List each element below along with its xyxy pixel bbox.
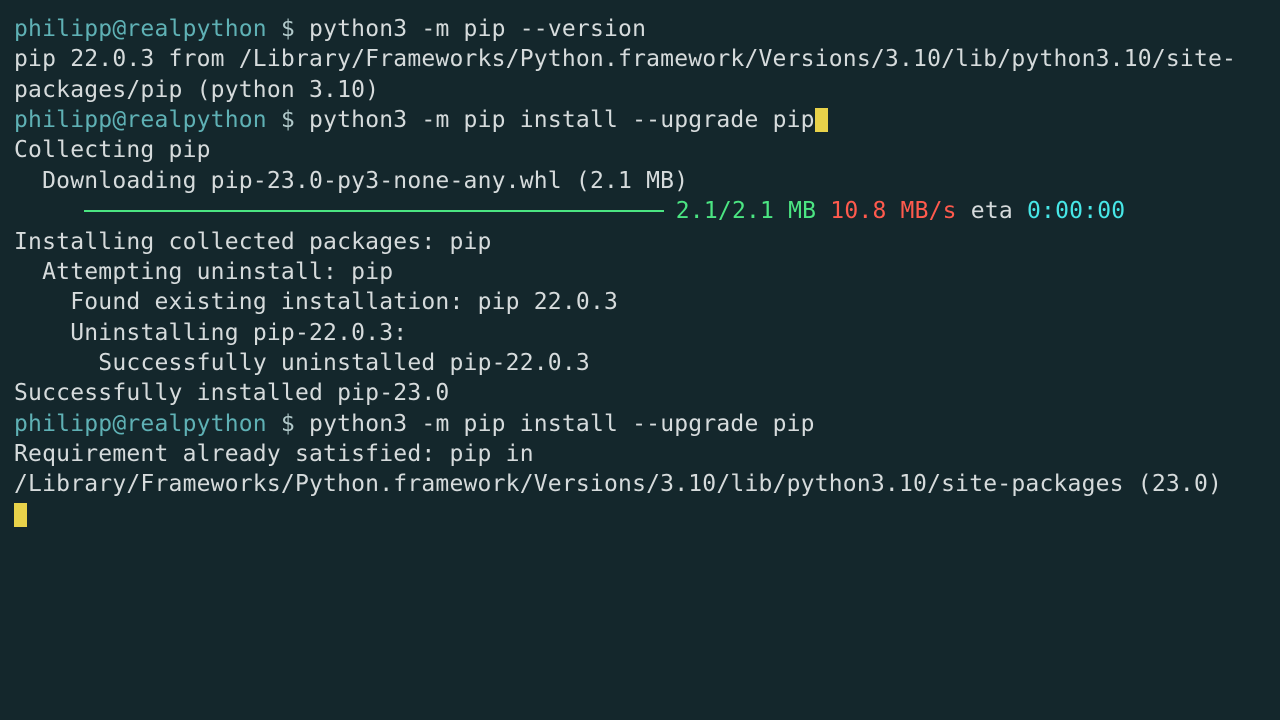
progress-indent: [14, 196, 84, 226]
uninstalling-line: Uninstalling pip-22.0.3:: [14, 318, 1266, 348]
command-3: python3 -m pip install --upgrade pip: [309, 411, 815, 437]
attempting-uninstall-line: Attempting uninstall: pip: [14, 257, 1266, 287]
progress-line: 2.1/2.1 MB 10.8 MB/s eta 0:00:00: [14, 196, 1266, 226]
found-existing-line: Found existing installation: pip 22.0.3: [14, 287, 1266, 317]
progress-bar: [84, 210, 664, 212]
successfully-installed-line: Successfully installed pip-23.0: [14, 378, 1266, 408]
prompt-userhost: philipp@realpython: [14, 16, 267, 42]
prompt-userhost: philipp@realpython: [14, 107, 267, 133]
prompt-sigil: $: [267, 107, 309, 133]
cursor-line: [14, 500, 1266, 530]
successfully-uninstalled-line: Successfully uninstalled pip-22.0.3: [14, 348, 1266, 378]
progress-eta-time: 0:00:00: [1027, 196, 1125, 226]
prompt-line-2: philipp@realpython $ python3 -m pip inst…: [14, 105, 1266, 135]
prompt-line-1: philipp@realpython $ python3 -m pip --ve…: [14, 14, 1266, 44]
requirement-satisfied-line: Requirement already satisfied: pip in /L…: [14, 439, 1266, 500]
collecting-line: Collecting pip: [14, 135, 1266, 165]
progress-speed: 10.8 MB/s: [830, 196, 956, 226]
prompt-line-3: philipp@realpython $ python3 -m pip inst…: [14, 409, 1266, 439]
prompt-sigil: $: [267, 16, 309, 42]
command-2: python3 -m pip install --upgrade pip: [309, 107, 815, 133]
installing-line: Installing collected packages: pip: [14, 227, 1266, 257]
progress-size: 2.1/2.1 MB: [676, 196, 816, 226]
pip-version-output: pip 22.0.3 from /Library/Frameworks/Pyth…: [14, 44, 1266, 105]
command-1: python3 -m pip --version: [309, 16, 646, 42]
cursor-icon: [815, 108, 828, 132]
terminal[interactable]: philipp@realpython $ python3 -m pip --ve…: [14, 14, 1266, 530]
prompt-userhost: philipp@realpython: [14, 411, 267, 437]
progress-eta-label: eta: [971, 196, 1027, 226]
prompt-sigil: $: [267, 411, 309, 437]
cursor-icon: [14, 503, 27, 527]
downloading-line: Downloading pip-23.0-py3-none-any.whl (2…: [14, 166, 1266, 196]
